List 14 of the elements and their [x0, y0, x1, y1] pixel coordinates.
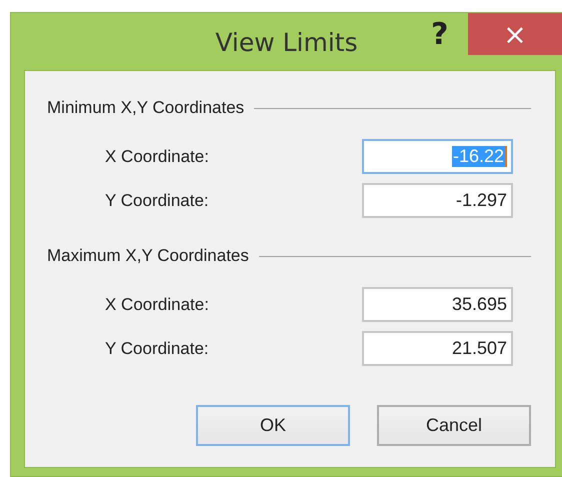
field-label: Y Coordinate: — [105, 190, 210, 210]
input-field[interactable]: 35.695 — [362, 287, 513, 322]
group-title: Maximum X,Y Coordinates — [47, 246, 249, 266]
help-button[interactable]: ? — [431, 17, 448, 52]
close-button[interactable]: × — [468, 13, 562, 55]
dialog-button[interactable]: OK — [196, 405, 350, 446]
window-title: View Limits — [215, 28, 358, 57]
input-field[interactable]: 21.507 — [362, 331, 513, 366]
group-title: Minimum X,Y Coordinates — [47, 98, 244, 118]
field-label: X Coordinate: — [105, 146, 210, 166]
dialog-button[interactable]: Cancel — [377, 405, 531, 446]
field-label: X Coordinate: — [105, 294, 210, 314]
field-label: Y Coordinate: — [105, 338, 210, 358]
input-field[interactable]: -1.297 — [362, 183, 513, 218]
